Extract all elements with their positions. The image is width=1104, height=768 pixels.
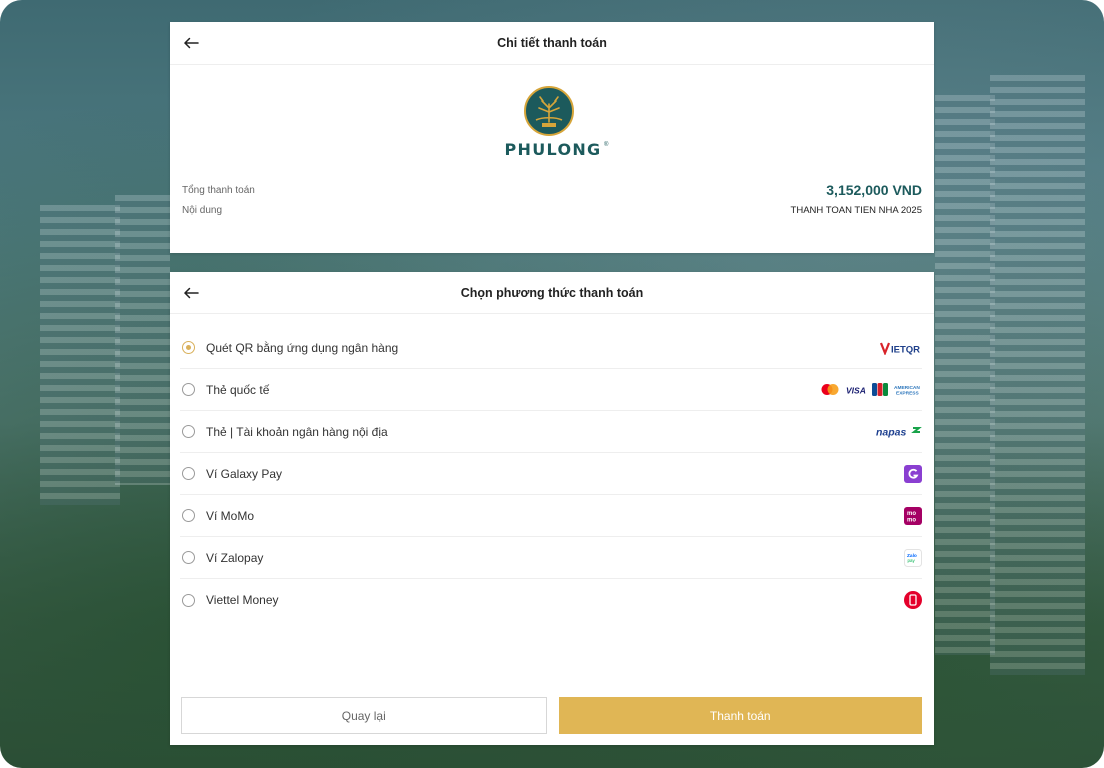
radio-button[interactable] xyxy=(182,425,195,438)
radio-button[interactable] xyxy=(182,383,195,396)
jcb-icon xyxy=(872,383,888,396)
vietqr-logo: IETQR xyxy=(880,341,922,355)
background-building xyxy=(115,195,170,485)
radio-button[interactable] xyxy=(182,551,195,564)
payment-method-list: Quét QR bằng ứng dụng ngân hàng IETQR Th… xyxy=(180,327,922,621)
radio-button[interactable] xyxy=(182,341,195,354)
svg-text:IETQR: IETQR xyxy=(891,344,920,355)
method-label: Ví Galaxy Pay xyxy=(206,466,283,481)
svg-text:EXPRESS: EXPRESS xyxy=(896,391,919,396)
radio-button[interactable] xyxy=(182,509,195,522)
payment-methods-header: Chọn phương thức thanh toán xyxy=(170,272,934,314)
arrow-left-icon xyxy=(183,37,199,49)
payment-method-domestic-card[interactable]: Thẻ | Tài khoản ngân hàng nội địa napas xyxy=(180,411,922,453)
back-button[interactable] xyxy=(182,34,200,52)
svg-text:mo: mo xyxy=(907,517,916,523)
action-buttons: Quay lại Thanh toán xyxy=(181,697,922,734)
background-building xyxy=(935,95,995,655)
method-label: Thẻ | Tài khoản ngân hàng nội địa xyxy=(206,424,388,439)
method-label: Quét QR bằng ứng dụng ngân hàng xyxy=(206,340,399,355)
background-building xyxy=(990,75,1085,675)
mastercard-icon xyxy=(821,384,839,395)
background-building xyxy=(40,205,120,505)
radio-button[interactable] xyxy=(182,467,195,480)
svg-text:mo: mo xyxy=(907,511,916,517)
payment-details-card: Chi tiết thanh toán PHULONG ® Tổng thanh… xyxy=(170,22,934,253)
back-action-button[interactable]: Quay lại xyxy=(181,697,547,734)
payment-methods-card: Chọn phương thức thanh toán Quét QR bằng… xyxy=(170,272,934,745)
payment-method-galaxy-pay[interactable]: Ví Galaxy Pay xyxy=(180,453,922,495)
payment-method-viettel-money[interactable]: Viettel Money xyxy=(180,579,922,621)
content-label: Nội dung xyxy=(182,205,223,216)
method-label: Ví Zalopay xyxy=(206,550,264,565)
registered-mark: ® xyxy=(604,142,609,148)
method-label: Viettel Money xyxy=(206,593,279,607)
vietqr-logo-icon: IETQR xyxy=(880,342,920,355)
svg-text:napas: napas xyxy=(876,426,907,438)
radio-button[interactable] xyxy=(182,593,195,607)
merchant-logo: PHULONG ® xyxy=(498,86,609,159)
payment-method-momo[interactable]: Ví MoMo mo mo xyxy=(180,495,922,537)
page-title: Chi tiết thanh toán xyxy=(497,36,607,50)
napas-icon: napas xyxy=(876,426,922,438)
galaxy-pay-icon xyxy=(904,464,922,483)
viettel-money-logo xyxy=(904,591,922,609)
tree-emblem-icon xyxy=(535,96,563,127)
card-brands-logo: VISA AMERICAN EXPRESS xyxy=(820,383,922,396)
section-title: Chọn phương thức thanh toán xyxy=(460,285,644,300)
svg-text:AMERICAN: AMERICAN xyxy=(894,385,920,391)
total-row: Tổng thanh toán 3,152,000 VND xyxy=(182,182,922,198)
method-label: Thẻ quốc tế xyxy=(206,382,270,397)
zalopay-logo: Zalo pay xyxy=(904,548,922,567)
zalopay-icon: Zalo pay xyxy=(904,548,922,567)
method-label: Ví MoMo xyxy=(206,508,255,523)
arrow-left-icon xyxy=(183,287,199,299)
amex-icon: AMERICAN EXPRESS xyxy=(894,385,920,396)
svg-text:pay: pay xyxy=(908,558,916,563)
total-amount: 3,152,000 VND xyxy=(826,182,922,198)
logo-emblem xyxy=(524,86,574,136)
payment-method-vietqr[interactable]: Quét QR bằng ứng dụng ngân hàng IETQR xyxy=(180,327,922,369)
galaxy-pay-logo xyxy=(904,464,922,483)
content-row: Nội dung THANH TOAN TIEN NHA 2025 xyxy=(182,205,922,216)
back-button[interactable] xyxy=(182,284,200,302)
napas-logo: napas xyxy=(876,425,922,439)
payment-method-international-card[interactable]: Thẻ quốc tế VISA AMERICAN EXPRESS xyxy=(180,369,922,411)
payment-details-header: Chi tiết thanh toán xyxy=(170,22,934,65)
content-value: THANH TOAN TIEN NHA 2025 xyxy=(790,205,922,216)
pay-button[interactable]: Thanh toán xyxy=(558,697,922,734)
viettel-money-icon xyxy=(904,591,922,609)
svg-text:VISA: VISA xyxy=(846,385,866,395)
visa-icon: VISA xyxy=(846,385,866,395)
payment-method-zalopay[interactable]: Ví Zalopay Zalo pay xyxy=(180,537,922,579)
momo-icon: mo mo xyxy=(904,506,922,525)
momo-logo: mo mo xyxy=(904,506,922,525)
total-label: Tổng thanh toán xyxy=(182,184,255,196)
brand-name: PHULONG xyxy=(504,140,602,159)
